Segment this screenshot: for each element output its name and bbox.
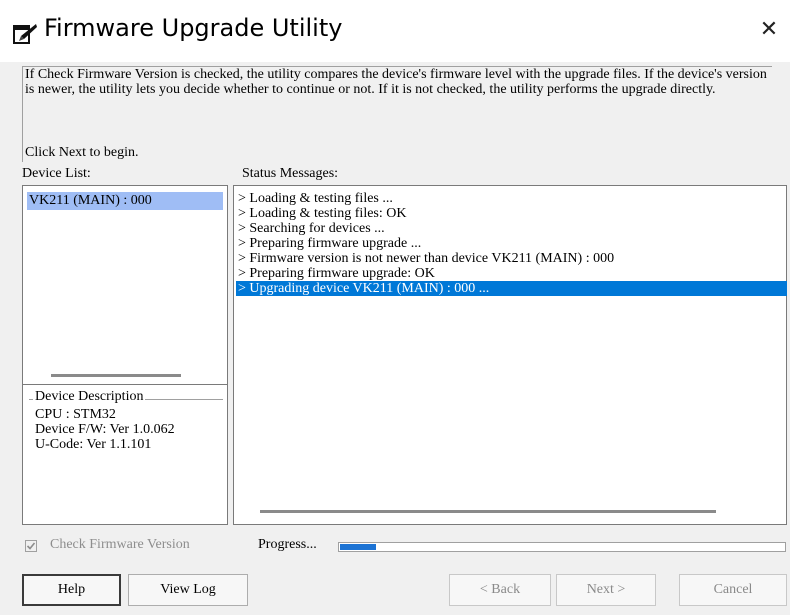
check-firmware-checkbox[interactable] xyxy=(25,540,37,552)
intro-begin-text: Click Next to begin. xyxy=(25,145,139,160)
check-firmware-label: Check Firmware Version xyxy=(50,537,190,552)
status-message: > Firmware version is not newer than dev… xyxy=(238,251,615,266)
intro-text: If Check Firmware Version is checked, th… xyxy=(25,67,767,97)
status-message: > Searching for devices ... xyxy=(238,221,385,236)
device-list-label: Device List: xyxy=(22,166,91,181)
status-message: > Preparing firmware upgrade ... xyxy=(238,236,422,251)
device-list[interactable]: VK211 (MAIN) : 000 xyxy=(22,185,228,385)
intro-panel: If Check Firmware Version is checked, th… xyxy=(22,66,772,162)
next-button[interactable]: Next > xyxy=(556,574,656,606)
help-button[interactable]: Help xyxy=(22,574,121,606)
status-scrollbar[interactable] xyxy=(260,510,716,513)
status-message: > Loading & testing files: OK xyxy=(238,206,407,221)
device-ucode: U-Code: Ver 1.1.101 xyxy=(35,437,152,452)
title-bar: Firmware Upgrade Utility ✕ xyxy=(0,0,790,62)
status-messages-list[interactable]: > Loading & testing files ... > Loading … xyxy=(233,185,787,525)
checkmark-icon xyxy=(26,542,36,550)
progress-fill xyxy=(340,544,376,550)
cancel-button[interactable]: Cancel xyxy=(679,574,787,606)
device-firmware: Device F/W: Ver 1.0.062 xyxy=(35,422,175,437)
device-list-item[interactable]: VK211 (MAIN) : 000 xyxy=(27,192,223,210)
status-message: > Loading & testing files ... xyxy=(238,191,393,206)
status-message-selected: > Upgrading device VK211 (MAIN) : 000 ..… xyxy=(236,281,787,296)
window-title: Firmware Upgrade Utility xyxy=(44,14,343,42)
device-list-scrollbar[interactable] xyxy=(51,374,181,377)
firmware-app-icon xyxy=(13,24,37,44)
status-message: > Preparing firmware upgrade: OK xyxy=(238,266,435,281)
status-messages-label: Status Messages: xyxy=(242,166,339,181)
progress-bar xyxy=(338,542,786,552)
progress-label: Progress... xyxy=(258,537,317,552)
device-description-legend: Device Description xyxy=(33,389,146,405)
view-log-button[interactable]: View Log xyxy=(128,574,248,606)
back-button[interactable]: < Back xyxy=(449,574,551,606)
device-description-panel: Device Description CPU : STM32 Device F/… xyxy=(22,385,228,525)
close-button[interactable]: ✕ xyxy=(752,10,786,50)
device-cpu: CPU : STM32 xyxy=(35,407,116,422)
